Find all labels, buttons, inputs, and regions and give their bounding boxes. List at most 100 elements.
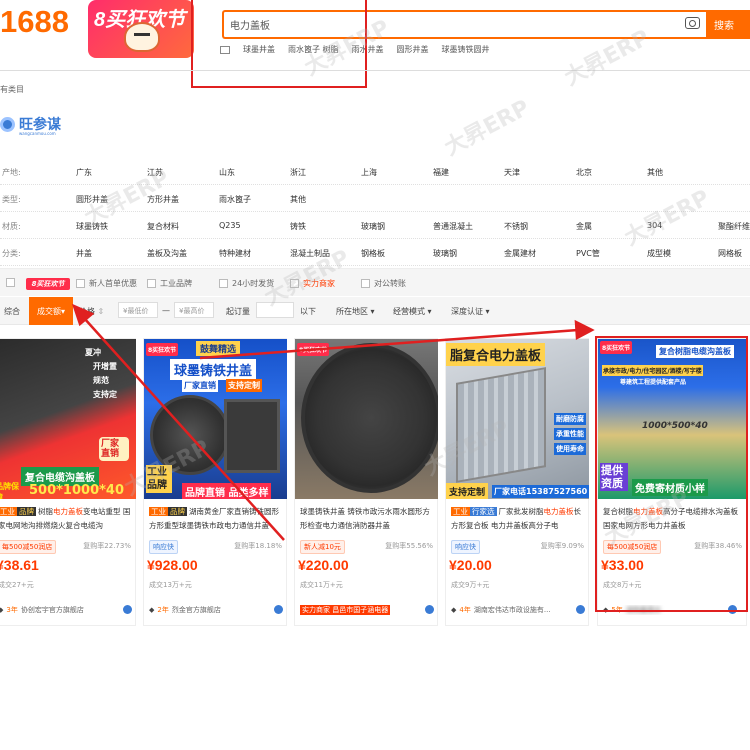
- title-highlight: 电力盖板: [543, 507, 574, 516]
- filter-option[interactable]: 聚酯纤维: [718, 221, 750, 232]
- product-card[interactable]: 8买狂欢节 鼓舞精选 球墨铸铁井盖 厂家直销 支持定制 工业品牌 品牌直销 品类…: [143, 338, 287, 626]
- deal-volume: 成交9万+元: [451, 581, 490, 589]
- service-option[interactable]: 工业品牌: [147, 278, 192, 289]
- min-price-input[interactable]: ¥最低价: [118, 302, 158, 318]
- chat-icon[interactable]: [576, 605, 585, 614]
- filter-option[interactable]: 混凝土制品: [290, 248, 330, 259]
- filter-option[interactable]: PVC管: [576, 248, 600, 259]
- filter-option[interactable]: 普通混凝土: [433, 221, 473, 232]
- product-title[interactable]: 工业 行家选 厂家批发树脂电力盖板长方形复合板 电力井盖板高分子电: [451, 505, 587, 535]
- filter-option[interactable]: 山东: [219, 167, 235, 178]
- checkbox[interactable]: [76, 279, 85, 288]
- filter-option[interactable]: 304: [647, 221, 662, 230]
- sort-by-price[interactable]: 价格 ⇕: [79, 306, 104, 317]
- product-card[interactable]: 夏冲 开增置 规范 支持定 厂家直销 复合电缆沟盖板 品牌保障 500*1000…: [0, 338, 136, 626]
- shop-info[interactable]: 实力商家 昌邑市国子涵电器: [300, 605, 434, 615]
- badge: 品牌: [168, 507, 187, 516]
- filter-option[interactable]: 江苏: [147, 167, 163, 178]
- checkbox[interactable]: [290, 279, 299, 288]
- product-image[interactable]: 脂复合电力盖板 耐磨防腐 承重性能 使用寿命 支持定制 厂家电话15387527…: [446, 339, 589, 499]
- product-image[interactable]: 夏冲 开增置 规范 支持定 厂家直销 复合电缆沟盖板 品牌保障 500*1000…: [0, 339, 136, 499]
- wangcanmou-brand[interactable]: 旺参谋 wangcanmou.com: [0, 114, 61, 136]
- service-option[interactable]: 24小时发货: [219, 278, 274, 289]
- grating-image: [456, 367, 546, 483]
- filter-option[interactable]: 金属建材: [504, 248, 536, 259]
- filter-option[interactable]: 球墨铸铁: [76, 221, 108, 232]
- img-text: 厂家电话15387527560: [492, 485, 589, 498]
- filter-option[interactable]: 井盖: [76, 248, 92, 259]
- hot-item[interactable]: 球墨铸铁圆井: [442, 44, 490, 55]
- product-title[interactable]: 工业 品牌 树脂电力盖板变电站重型 国家电网地沟排燃烧火复合电缆沟: [0, 505, 134, 535]
- divider: [0, 70, 750, 71]
- service-label: 24小时发货: [232, 279, 275, 288]
- filter-option[interactable]: 复合材料: [147, 221, 179, 232]
- sort-by-sales[interactable]: 成交额 ▾: [29, 297, 73, 325]
- filter-option[interactable]: 雨水篦子: [219, 194, 251, 205]
- sort-label: 价格: [79, 307, 95, 316]
- breadcrumb[interactable]: 有类目: [0, 84, 24, 95]
- product-image[interactable]: 8买狂欢节 鼓舞精选 球墨铸铁井盖 厂家直销 支持定制 工业品牌 品牌直销 品类…: [144, 339, 287, 499]
- product-card[interactable]: 脂复合电力盖板 耐磨防腐 承重性能 使用寿命 支持定制 厂家电话15387527…: [445, 338, 589, 626]
- shop-info[interactable]: ◆ 3年 协创宏宇官方旗舰店: [0, 605, 132, 615]
- max-price-input[interactable]: ¥最高价: [174, 302, 214, 318]
- product-image[interactable]: 8买狂欢节: [295, 339, 438, 499]
- chat-icon[interactable]: [274, 605, 283, 614]
- sort-default[interactable]: 综合: [4, 306, 20, 317]
- filter-option[interactable]: 浙江: [290, 167, 306, 178]
- location-dropdown[interactable]: 所在地区 ▾: [336, 306, 375, 317]
- shop-info[interactable]: ◆ 4年 湖南宏伟达市政设施有...: [451, 605, 585, 615]
- filter-option[interactable]: 钢格板: [361, 248, 385, 259]
- service-option[interactable]: 实力商家: [290, 278, 335, 289]
- site-logo[interactable]: 1688: [0, 4, 69, 40]
- business-mode-dropdown[interactable]: 经营模式 ▾: [393, 306, 432, 317]
- filter-option[interactable]: 天津: [504, 167, 520, 178]
- filter-option[interactable]: 其他: [290, 194, 306, 205]
- filter-option[interactable]: 玻璃钢: [361, 221, 385, 232]
- filter-option[interactable]: 福建: [433, 167, 449, 178]
- checkbox[interactable]: [361, 279, 370, 288]
- promo-tag[interactable]: 8买狂欢节: [26, 278, 70, 290]
- chat-icon[interactable]: [123, 605, 132, 614]
- service-option[interactable]: 对公转账: [361, 278, 406, 289]
- camera-icon[interactable]: [685, 17, 700, 29]
- filter-option[interactable]: 不锈钢: [504, 221, 528, 232]
- filter-option[interactable]: 特种建材: [219, 248, 251, 259]
- search-button[interactable]: 搜索: [706, 10, 750, 39]
- checkbox[interactable]: [147, 279, 156, 288]
- highlight-box-product: [595, 336, 748, 612]
- img-text: 耐磨防腐: [554, 413, 586, 425]
- service-option[interactable]: 新人首单优惠: [76, 278, 137, 289]
- filter-option[interactable]: 方形井盖: [147, 194, 179, 205]
- chat-icon[interactable]: [425, 605, 434, 614]
- filter-option[interactable]: 盖板及沟盖: [147, 248, 187, 259]
- filter-option[interactable]: 北京: [576, 167, 592, 178]
- filter-option[interactable]: 玻璃钢: [433, 248, 457, 259]
- filter-option[interactable]: 铸铁: [290, 221, 306, 232]
- dropdown-label: 经营模式: [393, 307, 425, 316]
- product-title[interactable]: 工业 品牌 湖南黄金厂家直销铸铁圆形方形重型球墨铸铁市政电力通信井盖: [149, 505, 285, 535]
- deal-volume: 成交27+元: [0, 581, 34, 589]
- promo-banner[interactable]: 8买狂欢节: [88, 0, 194, 58]
- filter-option[interactable]: 网格板: [718, 248, 742, 259]
- filter-option[interactable]: Q235: [219, 221, 241, 230]
- checkbox[interactable]: [219, 279, 228, 288]
- checkbox[interactable]: [6, 278, 15, 287]
- product-title[interactable]: 球墨铸铁井盖 铸铁市政污水雨水圆形方形检查电力通信消防器井盖: [300, 505, 436, 535]
- hot-item[interactable]: 圆形井盖: [397, 44, 429, 55]
- filter-option[interactable]: 其他: [647, 167, 663, 178]
- service-filter-bar: 8买狂欢节 新人首单优惠 工业品牌 24小时发货 实力商家 对公转账: [0, 268, 750, 296]
- badge: 品牌: [17, 507, 36, 516]
- moq-input[interactable]: [256, 302, 294, 318]
- product-card[interactable]: 8买狂欢节 球墨铸铁井盖 铸铁市政污水雨水圆形方形检查电力通信消防器井盖 新人减…: [294, 338, 438, 626]
- filter-option[interactable]: 金属: [576, 221, 592, 232]
- certification-dropdown[interactable]: 深度认证 ▾: [451, 306, 490, 317]
- img-text: 开增置: [93, 362, 117, 371]
- filter-option[interactable]: 上海: [361, 167, 377, 178]
- img-text: 脂复合电力盖板: [446, 343, 546, 366]
- filter-option[interactable]: 圆形井盖: [76, 194, 108, 205]
- promo-tag: 响应快: [149, 540, 178, 554]
- shop-info[interactable]: ◆ 2年 烈金官方旗舰店: [149, 605, 283, 615]
- filter-option[interactable]: 广东: [76, 167, 92, 178]
- img-text: 规范: [93, 376, 109, 385]
- filter-option[interactable]: 成型模: [647, 248, 671, 259]
